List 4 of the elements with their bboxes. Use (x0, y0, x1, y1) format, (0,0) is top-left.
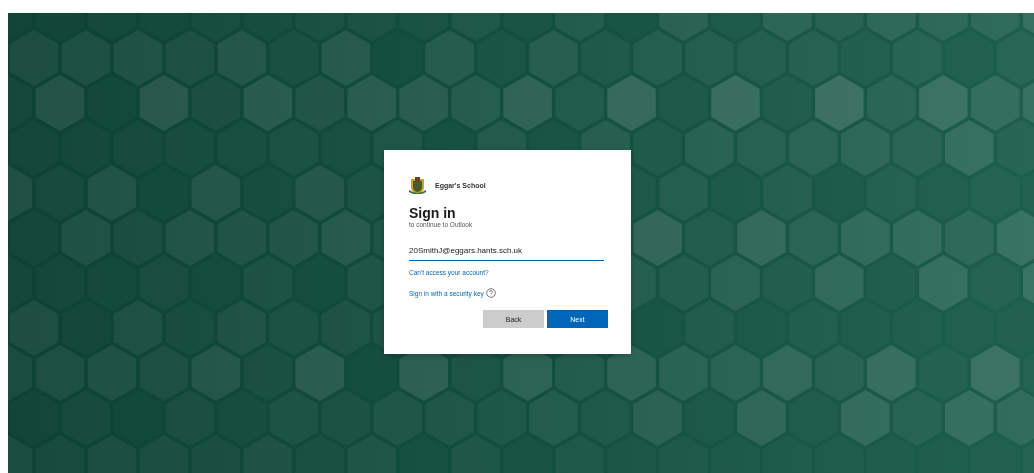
help-icon[interactable] (485, 288, 496, 298)
sign-in-heading: Sign in (409, 205, 457, 221)
school-crest-icon (409, 176, 426, 194)
email-field[interactable]: 20SmithJ@eggars.hants.sch.uk (409, 242, 604, 261)
